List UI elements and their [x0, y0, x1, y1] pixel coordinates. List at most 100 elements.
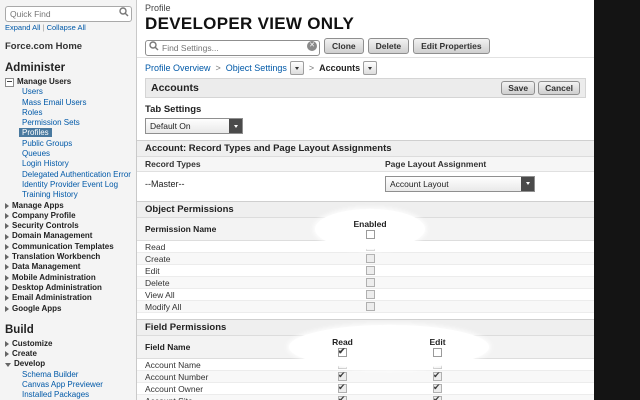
sidebar-item-public-groups[interactable]: Public Groups [5, 139, 132, 149]
sidebar-item-permission-sets[interactable]: Permission Sets [5, 118, 132, 128]
sidebar-item-schema-builder[interactable]: Schema Builder [5, 370, 132, 380]
save-button[interactable]: Save [501, 81, 536, 95]
enabled-master-checkbox[interactable] [365, 230, 375, 239]
page-layout-select[interactable]: Account Layout [385, 175, 535, 192]
item-label: Create [12, 349, 37, 359]
breadcrumb-accounts: Accounts [319, 63, 361, 73]
item-label: Mass Email Users [22, 97, 87, 107]
permission-enabled-checkbox[interactable] [365, 254, 375, 263]
field-permission-row: Account Owner [137, 382, 594, 395]
sidebar-item-security-controls[interactable]: Security Controls [5, 221, 132, 231]
field-read-checkbox[interactable] [338, 394, 347, 400]
enabled-column-header: Enabled [310, 219, 430, 239]
field-name: Account Owner [145, 383, 204, 394]
clear-icon[interactable]: ✕ [307, 41, 317, 51]
item-label: Roles [22, 107, 43, 117]
permission-name: Read [145, 241, 166, 252]
sidebar-item-mobile-administration[interactable]: Mobile Administration [5, 273, 132, 283]
expand-arrow-icon [5, 340, 9, 347]
item-label: Public Groups [22, 138, 73, 148]
item-label: Identity Provider Event Log [22, 179, 119, 189]
sidebar-item-training-history[interactable]: Training History [5, 190, 132, 200]
field-read-checkbox[interactable] [338, 382, 347, 393]
item-label: Mobile Administration [12, 272, 96, 282]
field-permissions-header-row: Field Name Read Edit [137, 325, 594, 369]
permission-name: View All [145, 289, 175, 300]
record-type-row: --Master-- Account Layout [137, 172, 594, 195]
permission-enabled-checkbox[interactable] [365, 290, 375, 299]
record-type-name: --Master-- [145, 178, 185, 189]
profile-toolbar: ✕ Clone Delete Edit Properties [145, 38, 586, 56]
forcecom-home-link[interactable]: Force.com Home [5, 41, 132, 52]
expand-arrow-icon [5, 274, 9, 281]
accounts-dropdown-button[interactable] [363, 61, 378, 75]
sidebar-item-users[interactable]: Users [5, 87, 132, 97]
divider [137, 57, 594, 58]
sidebar-item-roles[interactable]: Roles [5, 108, 132, 118]
sidebar-item-identity-provider-event-log[interactable]: Identity Provider Event Log [5, 180, 132, 190]
tab-settings-select[interactable]: Default On [145, 118, 243, 134]
sidebar-item-manage-apps[interactable]: Manage Apps [5, 201, 132, 211]
read-master-checkbox[interactable] [338, 346, 347, 357]
sidebar-item-develop[interactable]: Develop [5, 359, 132, 369]
find-settings-input[interactable] [145, 40, 320, 56]
sidebar-item-domain-management[interactable]: Domain Management [5, 231, 132, 241]
entity-type-label: Profile [145, 3, 171, 13]
select-arrow-icon [521, 176, 534, 191]
item-label: Communication Templates [12, 241, 114, 251]
sidebar-item-translation-workbench[interactable]: Translation Workbench [5, 252, 132, 262]
collapse-all-link[interactable]: Collapse All [47, 23, 86, 32]
expand-arrow-icon [5, 243, 9, 250]
edit-master-checkbox[interactable] [433, 348, 442, 357]
sidebar-item-company-profile[interactable]: Company Profile [5, 211, 132, 221]
quick-find-input[interactable] [5, 6, 132, 22]
permission-enabled-checkbox[interactable] [365, 278, 375, 287]
sidebar-item-profiles[interactable]: Profiles [5, 128, 132, 138]
clone-button[interactable]: Clone [324, 38, 364, 54]
search-icon [149, 41, 159, 51]
sidebar-item-communication-templates[interactable]: Communication Templates [5, 242, 132, 252]
cancel-button[interactable]: Cancel [538, 81, 580, 95]
object-permission-row: Modify All [137, 301, 594, 313]
screenshot-root: Expand All | Collapse All Force.com Home… [0, 0, 640, 400]
sidebar-item-create[interactable]: Create [5, 349, 132, 359]
sidebar-item-login-history[interactable]: Login History [5, 159, 132, 169]
breadcrumb-separator: > [215, 63, 221, 73]
sidebar-item-desktop-administration[interactable]: Desktop Administration [5, 283, 132, 293]
expand-all-link[interactable]: Expand All [5, 23, 40, 32]
sidebar-item-canvas-app-previewer[interactable]: Canvas App Previewer [5, 380, 132, 390]
item-label: Translation Workbench [12, 252, 101, 262]
select-arrow-icon [229, 119, 242, 133]
field-edit-checkbox[interactable] [433, 394, 442, 400]
field-edit-checkbox[interactable] [433, 370, 442, 381]
field-read-checkbox[interactable] [338, 370, 347, 381]
collapse-minus-icon[interactable] [5, 77, 14, 87]
sidebar-item-email-administration[interactable]: Email Administration [5, 293, 132, 303]
item-label: Delegated Authentication Error History [22, 169, 132, 179]
breadcrumb-profile-overview[interactable]: Profile Overview [145, 63, 211, 73]
field-edit-checkbox[interactable] [433, 382, 442, 393]
edit-properties-button[interactable]: Edit Properties [413, 38, 490, 54]
item-label: Desktop Administration [12, 282, 102, 292]
accounts-title: Accounts [151, 82, 199, 94]
breadcrumb-object-settings[interactable]: Object Settings [226, 63, 287, 73]
sidebar-item-delegated-auth-error-history[interactable]: Delegated Authentication Error History [5, 170, 132, 180]
object-permission-row: Create [137, 253, 594, 265]
object-permissions-header-row: Permission Name Enabled [137, 209, 594, 249]
sidebar-item-mass-email-users[interactable]: Mass Email Users [5, 98, 132, 108]
sidebar-item-queues[interactable]: Queues [5, 149, 132, 159]
sidebar-item-data-management[interactable]: Data Management [5, 262, 132, 272]
permission-enabled-checkbox[interactable] [365, 266, 375, 275]
delete-button[interactable]: Delete [367, 38, 410, 54]
selected-value: Account Layout [390, 178, 449, 189]
permission-name: Delete [145, 277, 170, 288]
field-permission-row: Account Site [137, 394, 594, 400]
permission-enabled-checkbox[interactable] [365, 302, 375, 311]
search-icon [119, 7, 129, 17]
sidebar-item-customize[interactable]: Customize [5, 339, 132, 349]
sidebar-item-manage-users[interactable]: Manage Users [5, 77, 132, 87]
sidebar-item-installed-packages[interactable]: Installed Packages [5, 390, 132, 400]
object-settings-dropdown-button[interactable] [289, 61, 304, 75]
sidebar-item-google-apps[interactable]: Google Apps [5, 304, 132, 314]
item-label: Security Controls [12, 221, 79, 231]
